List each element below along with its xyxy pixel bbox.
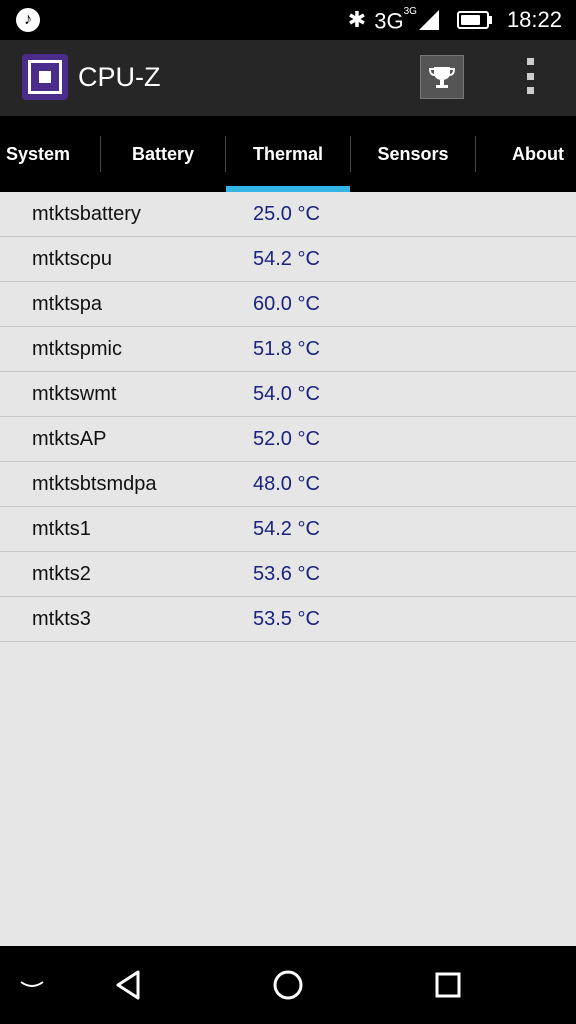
status-bar: ♪ ✱ 3G3G 18:22 — [0, 0, 576, 40]
cpu-chip-icon — [22, 54, 68, 100]
list-item: mtktspa 60.0 °C — [0, 282, 576, 327]
sensor-name: mtkts2 — [32, 563, 91, 585]
sensor-value: 53.6 °C — [253, 563, 320, 585]
tab-sensors[interactable]: Sensors — [351, 116, 475, 192]
signal-icon — [418, 10, 439, 30]
tab-system[interactable]: System — [0, 116, 76, 192]
sensor-value: 54.2 °C — [253, 518, 320, 540]
network-label: 3G — [374, 8, 404, 34]
list-item: mtktscpu 54.2 °C — [0, 237, 576, 282]
battery-fill — [460, 15, 480, 25]
sensor-value: 60.0 °C — [253, 293, 320, 315]
status-time: 18:22 — [506, 7, 562, 32]
list-item: mtktsbtsmdpa 48.0 °C — [0, 462, 576, 507]
battery-icon — [456, 11, 492, 29]
trophy-icon[interactable] — [420, 55, 464, 99]
sensor-value: 54.2 °C — [253, 248, 320, 270]
chevron-down-icon[interactable] — [12, 946, 52, 1024]
status-icons: ✱ 3G3G 18:22 — [348, 0, 562, 40]
thermal-list[interactable]: mtktsbattery 25.0 °C mtktscpu 54.2 °C mt… — [0, 192, 576, 642]
sensor-value: 25.0 °C — [253, 203, 320, 225]
list-item: mtktsAP 52.0 °C — [0, 417, 576, 462]
overflow-menu-icon[interactable] — [520, 58, 540, 94]
app-bar: CPU-Z — [0, 40, 576, 116]
tab-thermal[interactable]: Thermal — [226, 116, 350, 192]
sensor-value: 48.0 °C — [253, 473, 320, 495]
list-item: mtkts3 53.5 °C — [0, 597, 576, 642]
list-item: mtkts1 54.2 °C — [0, 507, 576, 552]
back-triangle-icon[interactable] — [104, 946, 152, 1024]
home-circle-icon[interactable] — [264, 946, 312, 1024]
network-sup-label: 3G — [403, 6, 417, 18]
sensor-name: mtkts1 — [32, 518, 91, 540]
sensor-value: 51.8 °C — [253, 338, 320, 360]
list-item: mtktsbattery 25.0 °C — [0, 192, 576, 237]
list-item: mtktspmic 51.8 °C — [0, 327, 576, 372]
recents-square-icon[interactable] — [424, 946, 472, 1024]
sensor-value: 53.5 °C — [253, 608, 320, 630]
tab-about[interactable]: About — [476, 116, 576, 192]
list-item: mtktswmt 54.0 °C — [0, 372, 576, 417]
sensor-name: mtktspmic — [32, 338, 122, 360]
tab-bar: System Battery Thermal Sensors About — [0, 116, 576, 192]
bluetooth-icon: ✱ — [347, 7, 367, 32]
music-note-icon: ♪ — [16, 8, 40, 32]
sensor-name: mtktsAP — [32, 428, 107, 450]
tab-battery[interactable]: Battery — [101, 116, 225, 192]
list-item: mtkts2 53.6 °C — [0, 552, 576, 597]
sensor-name: mtktspa — [32, 293, 103, 315]
navigation-bar — [0, 946, 576, 1024]
sensor-name: mtktsbattery — [32, 203, 141, 225]
sensor-value: 54.0 °C — [253, 383, 320, 405]
sensor-name: mtkts3 — [32, 608, 91, 630]
sensor-value: 52.0 °C — [253, 428, 320, 450]
sensor-name: mtktscpu — [32, 248, 113, 270]
sensor-name: mtktswmt — [32, 383, 117, 405]
app-title: CPU-Z — [78, 62, 161, 92]
network-indicator: 3G3G — [374, 0, 417, 42]
sensor-name: mtktsbtsmdpa — [32, 473, 157, 495]
